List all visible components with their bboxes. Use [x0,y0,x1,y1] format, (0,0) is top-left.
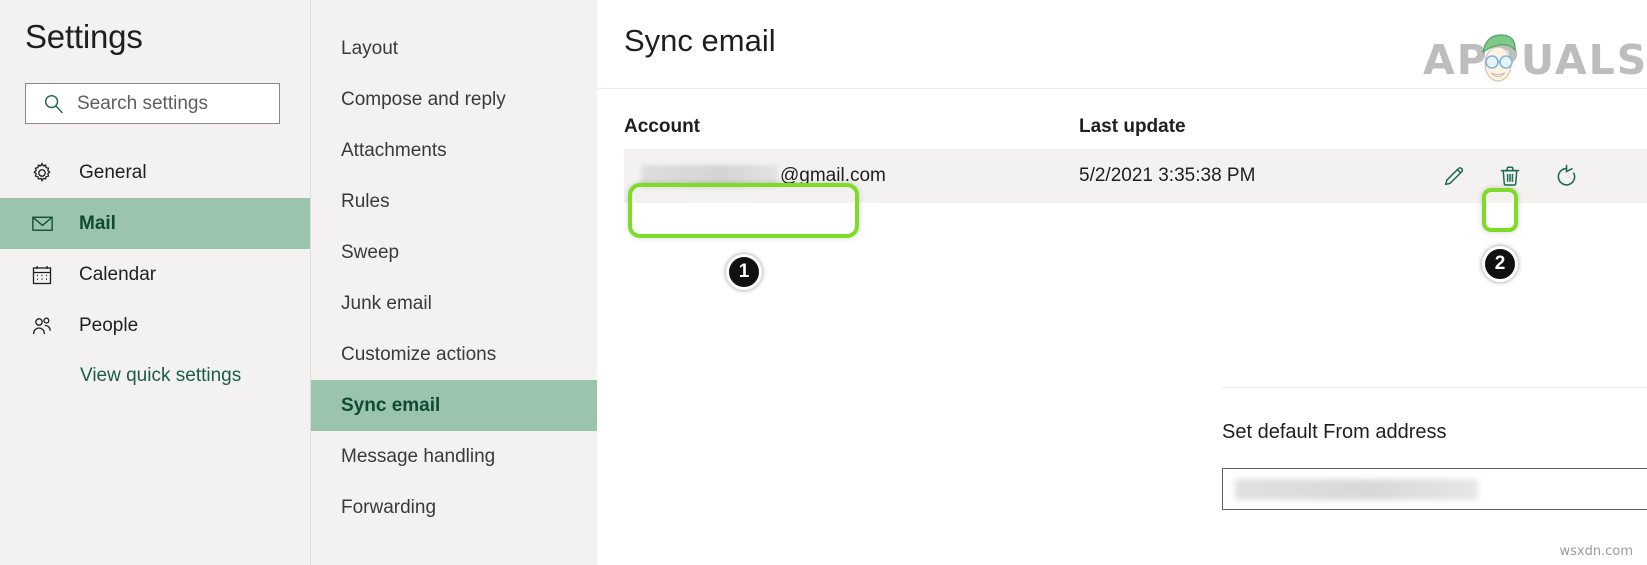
default-from-label: Set default From address [1222,421,1447,443]
sidebar-item-calendar[interactable]: Calendar [0,249,310,300]
column-header-last-update: Last update [1079,116,1186,137]
envelope-icon [30,211,56,236]
gear-icon [30,161,56,185]
appuals-logo-text: APPUALS [1423,36,1647,84]
default-from-dropdown[interactable] [1222,468,1647,510]
sidebar-nav: General Mail Calendar People [0,147,310,351]
sidebar-item-people[interactable]: People [0,300,310,351]
nav-item-sweep[interactable]: Sweep [311,227,597,278]
nav-item-customize-actions[interactable]: Customize actions [311,329,597,380]
sync-accounts-table: Account Last update @gmail.com 5/2/2021 … [624,89,1647,203]
nav-item-layout[interactable]: Layout [311,23,597,74]
search-settings-input[interactable]: Search settings [25,83,280,124]
refresh-icon[interactable] [1551,161,1581,191]
callout-badge-1: 1 [726,254,762,290]
redacted-email-local-part [641,164,778,188]
settings-sidebar: Settings Search settings General Mail Ca… [0,0,310,565]
people-icon [30,314,56,338]
sidebar-item-label: Mail [79,212,116,234]
sidebar-item-general[interactable]: General [0,147,310,198]
appuals-mascot-icon [1482,34,1516,82]
redacted-default-from-value [1235,478,1478,500]
column-header-account: Account [624,116,700,137]
row-actions [1439,161,1647,191]
search-placeholder: Search settings [77,92,208,114]
sidebar-item-label: General [79,161,147,183]
account-email-domain: @gmail.com [780,165,886,186]
sidebar-item-label: People [79,314,139,336]
settings-window: Settings Search settings General Mail Ca… [0,0,1647,565]
nav-item-compose-and-reply[interactable]: Compose and reply [311,74,597,125]
last-update-cell: 5/2/2021 3:35:38 PM [1079,165,1256,186]
mail-settings-nav: Layout Compose and reply Attachments Rul… [310,0,597,565]
sidebar-item-label: Calendar [79,263,157,285]
nav-item-forwarding[interactable]: Forwarding [311,482,597,533]
callout-badge-2: 2 [1482,246,1518,282]
calendar-icon [30,263,56,287]
nav-item-message-handling[interactable]: Message handling [311,431,597,482]
view-quick-settings-link[interactable]: View quick settings [80,365,241,387]
settings-title: Settings [25,18,143,55]
nav-item-rules[interactable]: Rules [311,176,597,227]
delete-icon[interactable] [1495,161,1525,191]
mail-settings-list: Layout Compose and reply Attachments Rul… [311,23,597,533]
appuals-logo: APPUALS [1423,30,1646,86]
watermark: wsxdn.com [1559,544,1634,559]
table-header-row: Account Last update [624,89,1647,149]
nav-item-junk-email[interactable]: Junk email [311,278,597,329]
table-row[interactable]: @gmail.com 5/2/2021 3:35:38 PM [624,149,1647,203]
account-cell[interactable]: @gmail.com [624,164,1079,188]
search-icon [43,93,64,114]
edit-icon[interactable] [1439,161,1469,191]
section-divider [1222,387,1647,388]
sidebar-item-mail[interactable]: Mail [0,198,310,249]
nav-item-attachments[interactable]: Attachments [311,125,597,176]
page-title: Sync email [624,23,776,58]
nav-item-sync-email[interactable]: Sync email [311,380,597,431]
content-header: Sync email APPUALS [597,0,1647,89]
